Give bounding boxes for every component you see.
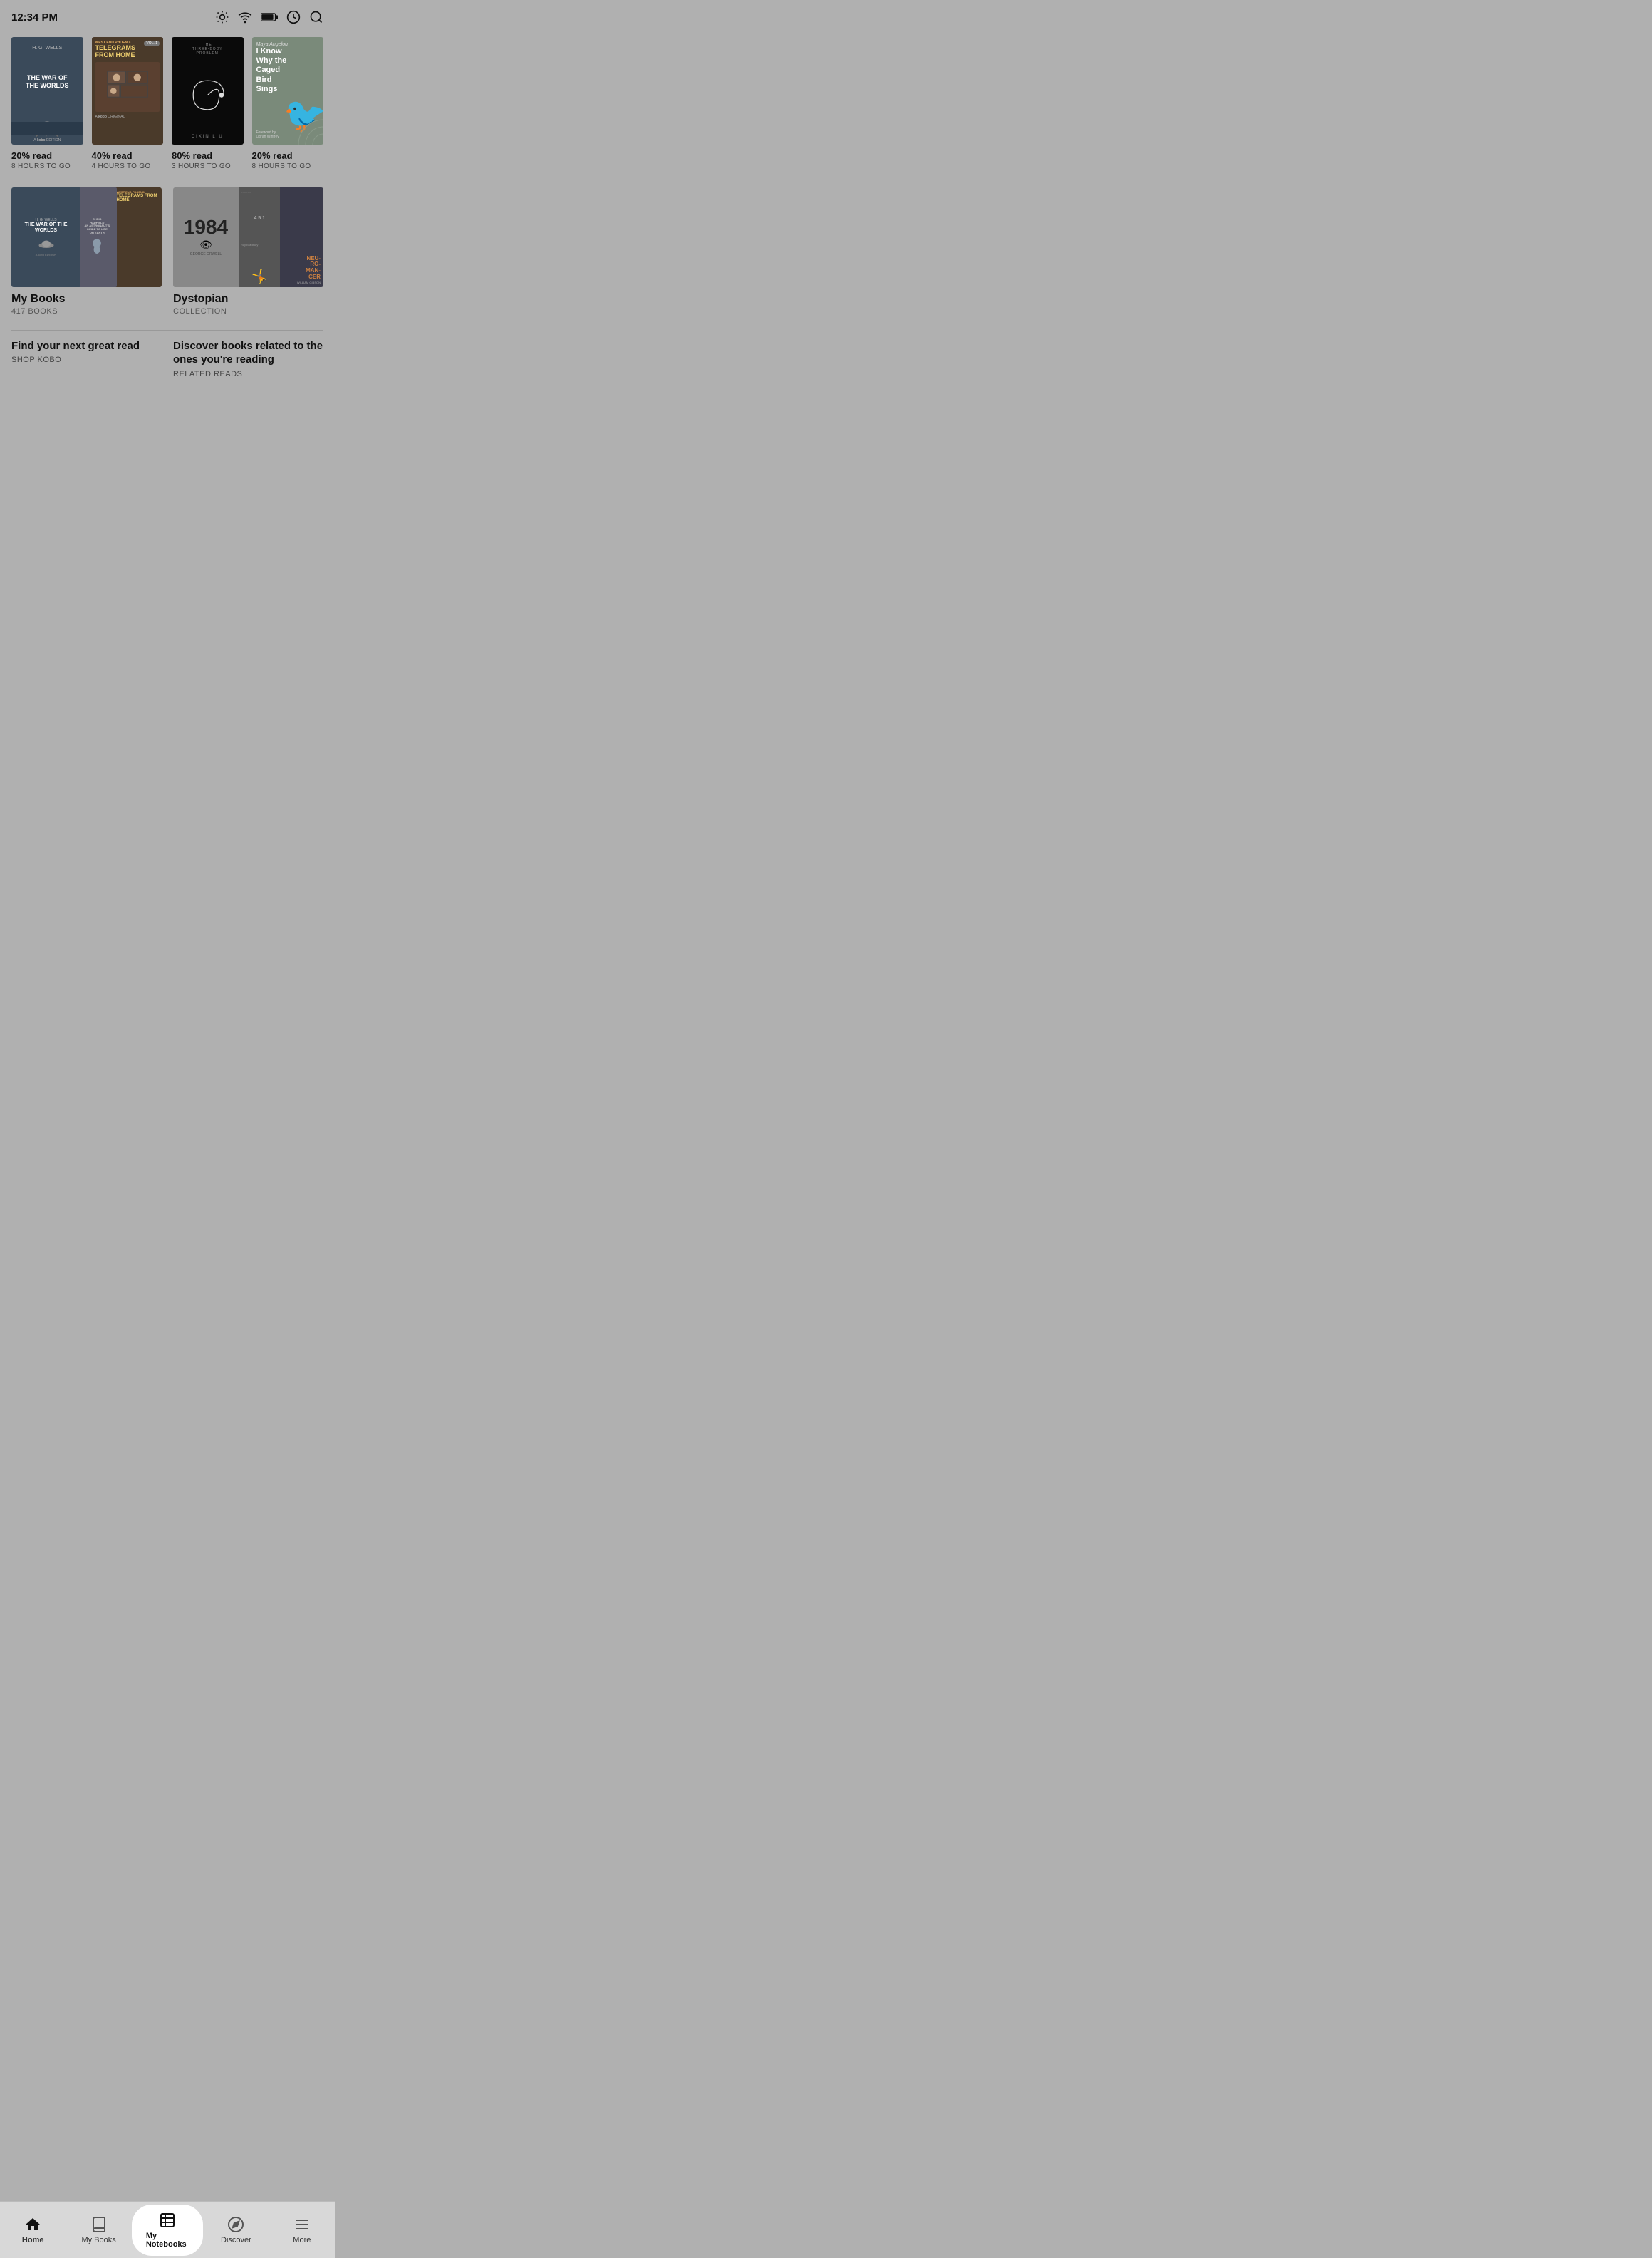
collection-cover-my-books[interactable]: H. G. WELLS THE WAR OF THE WORLDS A kobo… xyxy=(11,187,162,287)
city-skyline xyxy=(11,122,83,135)
my-books-icon xyxy=(90,2216,108,2233)
action-subtitle: SHOP KOBO xyxy=(11,356,162,364)
currently-reading-grid: H. G. WELLS THE WAR OFTHE WORLDS A kobo xyxy=(11,37,323,170)
wifi-icon xyxy=(238,10,252,24)
home-icon xyxy=(24,2216,41,2233)
book-item[interactable]: THETHREE-BODYPROBLEM CIXIN LIU 80% read … xyxy=(172,37,244,170)
related-reads-action[interactable]: Discover books related to the ones you'r… xyxy=(173,339,323,378)
book-progress: 20% read xyxy=(252,150,324,161)
search-icon[interactable] xyxy=(309,10,323,24)
nav-my-notebooks[interactable]: My Notebooks xyxy=(132,2205,203,2256)
collection-meta: 417 BOOKS xyxy=(11,307,162,316)
action-row: Find your next great read SHOP KOBO Disc… xyxy=(11,339,323,378)
more-icon xyxy=(293,2216,311,2233)
sync-icon xyxy=(286,10,301,24)
collection-title: Dystopian xyxy=(173,293,323,306)
nav-more[interactable]: More xyxy=(269,2210,335,2250)
vol-badge: VOL. 1 xyxy=(144,41,160,46)
section-divider xyxy=(11,330,323,331)
dystopian-books: 1984 👁 GEORGE ORWELL ○○○○○○ 4 5 1 Ray Br… xyxy=(173,187,323,287)
shop-action[interactable]: Find your next great read SHOP KOBO xyxy=(11,339,162,378)
action-title: Find your next great read xyxy=(11,339,162,353)
nav-more-label: More xyxy=(293,2236,311,2244)
book-progress: 40% read xyxy=(92,150,164,161)
nav-my-books[interactable]: My Books xyxy=(66,2210,131,2250)
stacked-books: H. G. WELLS THE WAR OF THE WORLDS A kobo… xyxy=(11,187,162,287)
book-title-small: THETHREE-BODYPROBLEM xyxy=(192,43,223,56)
book-title: THE WAR OFTHE WORLDS xyxy=(23,73,72,91)
book-item[interactable]: Maya Angelou I Know Why the Caged Bird S… xyxy=(252,37,324,170)
nav-home-label: Home xyxy=(22,2236,44,2244)
status-icons xyxy=(215,10,323,24)
book-cover-three-body[interactable]: THETHREE-BODYPROBLEM CIXIN LIU xyxy=(172,37,244,145)
status-bar: 12:34 PM xyxy=(0,0,335,30)
nav-discover-label: Discover xyxy=(221,2236,251,2244)
book-title: TELEGRAMSFROM HOME xyxy=(95,45,160,59)
bottom-nav: Home My Books My Notebooks xyxy=(0,2201,335,2258)
book-cover-war-of-worlds[interactable]: H. G. WELLS THE WAR OFTHE WORLDS A kobo xyxy=(11,37,83,145)
status-time: 12:34 PM xyxy=(11,11,58,24)
book-time: 3 HOURS TO GO xyxy=(172,162,244,170)
book-time: 8 HOURS TO GO xyxy=(252,162,324,170)
collections-row: H. G. WELLS THE WAR OF THE WORLDS A kobo… xyxy=(11,187,323,316)
comic-art xyxy=(95,62,160,112)
book-time: 8 HOURS TO GO xyxy=(11,162,83,170)
collection-meta: COLLECTION xyxy=(173,307,323,316)
battery-icon xyxy=(261,12,278,22)
action-title: Discover books related to the ones you'r… xyxy=(173,339,323,367)
book-time: 4 HOURS TO GO xyxy=(92,162,164,170)
nav-home[interactable]: Home xyxy=(0,2210,66,2250)
book-author: CIXIN LIU xyxy=(192,135,224,139)
book-author: Maya Angelou xyxy=(256,42,320,47)
book-cover-caged-bird[interactable]: Maya Angelou I Know Why the Caged Bird S… xyxy=(252,37,324,145)
book-title: I Know Why the Caged Bird Sings xyxy=(256,47,294,94)
collection-cover-dystopian[interactable]: 1984 👁 GEORGE ORWELL ○○○○○○ 4 5 1 Ray Br… xyxy=(173,187,323,287)
spiral-graphic xyxy=(185,72,231,118)
my-books-collection[interactable]: H. G. WELLS THE WAR OF THE WORLDS A kobo… xyxy=(11,187,162,316)
kobo-badge: A kobo ORIGINAL xyxy=(95,115,160,119)
nav-my-books-label: My Books xyxy=(81,2236,115,2244)
book-item[interactable]: H. G. WELLS THE WAR OFTHE WORLDS A kobo xyxy=(11,37,83,170)
brightness-icon xyxy=(215,10,229,24)
notebooks-icon xyxy=(159,2212,176,2229)
dystopian-collection[interactable]: 1984 👁 GEORGE ORWELL ○○○○○○ 4 5 1 Ray Br… xyxy=(173,187,323,316)
main-content: H. G. WELLS THE WAR OFTHE WORLDS A kobo xyxy=(0,30,335,457)
collection-title: My Books xyxy=(11,293,162,306)
book-progress: 80% read xyxy=(172,150,244,161)
kobo-badge: A kobo EDITION xyxy=(11,138,83,143)
nav-discover[interactable]: Discover xyxy=(203,2210,269,2250)
book-author: H. G. WELLS xyxy=(32,43,62,51)
book-cover-telegrams[interactable]: WEST END PHOENIX TELEGRAMSFROM HOME VOL.… xyxy=(92,37,164,145)
book-item[interactable]: WEST END PHOENIX TELEGRAMSFROM HOME VOL.… xyxy=(92,37,164,170)
foreword: Foreword byOprah Winfrey xyxy=(256,130,320,140)
action-subtitle: RELATED READS xyxy=(173,370,323,378)
discover-icon xyxy=(227,2216,244,2233)
book-progress: 20% read xyxy=(11,150,83,161)
nav-notebooks-label: My Notebooks xyxy=(146,2232,189,2249)
